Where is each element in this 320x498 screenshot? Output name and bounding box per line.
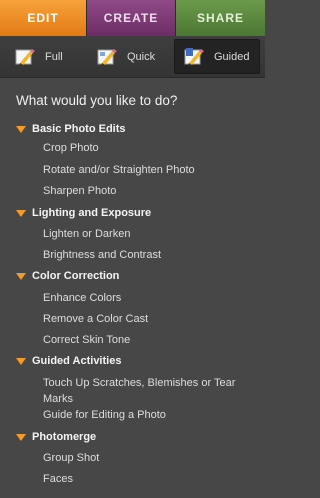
list-item[interactable]: Guide for Editing a Photo — [43, 409, 166, 421]
mode-guided-button[interactable]: Guided — [174, 39, 260, 74]
list-item[interactable]: Sharpen Photo — [43, 185, 116, 197]
section-lighting-and-exposure[interactable]: Lighting and Exposure — [16, 207, 151, 219]
section-title: Basic Photo Edits — [32, 123, 126, 135]
guided-panel: What would you like to do? Basic Photo E… — [0, 79, 265, 498]
section-title: Lighting and Exposure — [32, 207, 152, 219]
section-guided-activities[interactable]: Guided Activities — [16, 355, 121, 367]
list-item[interactable]: Correct Skin Tone — [43, 334, 130, 346]
tab-create[interactable]: CREATE — [87, 0, 176, 36]
mode-guided-label: Guided — [214, 50, 250, 63]
pencil-icon — [14, 47, 36, 67]
list-item[interactable]: Remove a Color Cast — [43, 313, 148, 325]
section-title: Photomerge — [32, 431, 97, 443]
section-title: Color Correction — [32, 270, 120, 282]
section-basic-photo-edits[interactable]: Basic Photo Edits — [16, 123, 126, 135]
expander-triangle-icon[interactable] — [16, 272, 26, 280]
guided-pencil-icon — [183, 47, 205, 67]
section-color-correction[interactable]: Color Correction — [16, 270, 119, 282]
expander-triangle-icon[interactable] — [16, 209, 26, 217]
mode-quick-button[interactable]: Quick — [96, 39, 166, 74]
list-item[interactable]: Crop Photo — [43, 142, 99, 154]
expander-triangle-icon[interactable] — [16, 433, 26, 441]
list-item[interactable]: Enhance Colors — [43, 292, 121, 304]
pencil-icon — [96, 47, 118, 67]
list-item[interactable]: Rotate and/or Straighten Photo — [43, 164, 195, 176]
expander-triangle-icon[interactable] — [16, 357, 26, 365]
section-photomerge[interactable]: Photomerge — [16, 431, 96, 443]
section-title: Guided Activities — [32, 355, 122, 367]
mode-full-label: Full — [45, 50, 63, 63]
list-item[interactable]: Lighten or Darken — [43, 228, 130, 240]
list-item[interactable]: Group Shot — [43, 452, 99, 464]
list-item[interactable]: Faces — [43, 473, 73, 485]
expander-triangle-icon[interactable] — [16, 125, 26, 133]
page-title: What would you like to do? — [16, 93, 178, 108]
mode-full-button[interactable]: Full — [14, 39, 84, 74]
mode-quick-label: Quick — [127, 50, 156, 63]
list-item[interactable]: Brightness and Contrast — [43, 249, 161, 261]
tab-edit[interactable]: EDIT — [0, 0, 87, 36]
tab-share[interactable]: SHARE — [176, 0, 265, 36]
edit-mode-bar: Full Quick Guided — [0, 36, 265, 78]
workspace-tabs: EDIT CREATE SHARE — [0, 0, 265, 36]
list-item[interactable]: Touch Up Scratches, Blemishes or Tear Ma… — [43, 375, 248, 407]
